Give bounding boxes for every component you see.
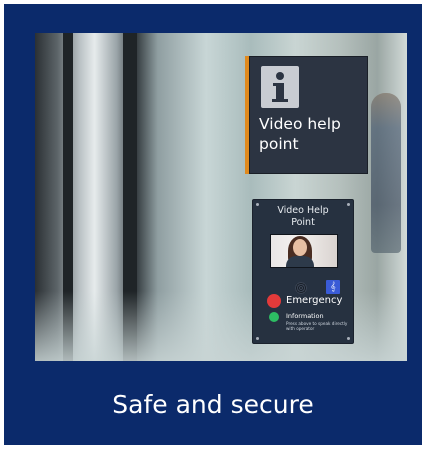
- panel-title: Video Help Point: [253, 205, 353, 229]
- sign-label: Video help point: [259, 114, 363, 154]
- sign-label-line2: point: [259, 135, 299, 153]
- information-label: Information: [286, 312, 324, 320]
- caption: Safe and secure: [112, 390, 314, 419]
- feature-card: Video help point Video Help Point 𝄞 Emer…: [4, 4, 422, 445]
- operator-video-screen: [270, 234, 338, 268]
- hearing-loop-icon: 𝄞: [326, 280, 340, 294]
- screw: [347, 337, 350, 340]
- passerby-figure: [371, 93, 401, 253]
- video-help-point-sign: Video help point: [245, 56, 368, 174]
- panel-note: Press above to speak directly with opera…: [286, 321, 348, 332]
- info-icon: [261, 66, 299, 108]
- sign-label-line1: Video help: [259, 115, 341, 133]
- emergency-label: Emergency: [286, 295, 343, 306]
- information-button: [269, 312, 279, 322]
- emergency-button: [267, 294, 281, 308]
- help-point-panel: Video Help Point 𝄞 Emergency Information…: [252, 199, 354, 344]
- speaker-grille-icon: [295, 282, 307, 294]
- screw: [256, 337, 259, 340]
- panel-title-line1: Video Help: [277, 205, 329, 216]
- panel-title-line2: Point: [291, 217, 315, 228]
